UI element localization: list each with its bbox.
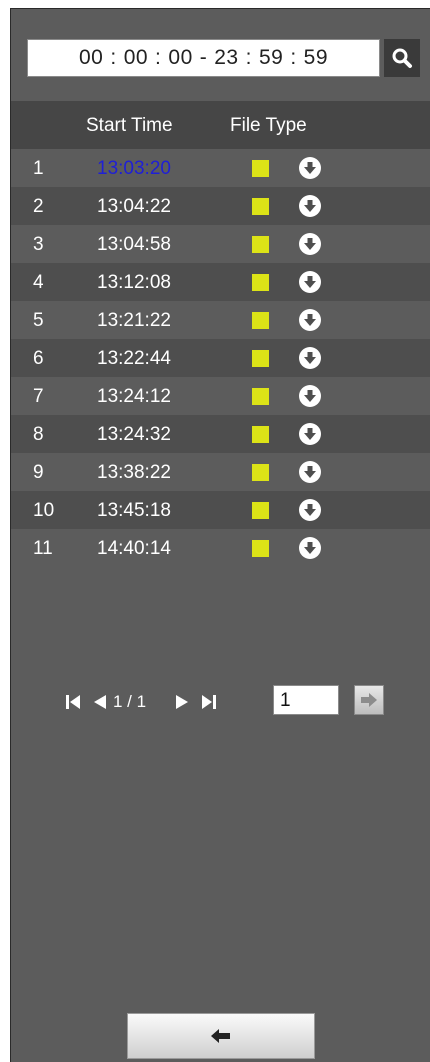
table-row[interactable]: 9 13:38:22 <box>11 453 430 491</box>
row-number: 5 <box>33 310 44 331</box>
time-range-input[interactable]: 00 : 00 : 00 - 23 : 59 : 59 <box>27 39 380 77</box>
download-icon[interactable] <box>299 537 321 559</box>
file-type-indicator <box>252 312 269 329</box>
search-icon <box>392 48 412 68</box>
back-arrow-icon <box>211 1029 230 1043</box>
row-number: 10 <box>33 500 55 521</box>
table-row[interactable]: 7 13:24:12 <box>11 377 430 415</box>
row-start-time[interactable]: 13:24:32 <box>97 424 171 446</box>
table-row[interactable]: 2 13:04:22 <box>11 187 430 225</box>
go-arrow-icon <box>361 693 377 707</box>
table-row[interactable]: 10 13:45:18 <box>11 491 430 529</box>
start-minute[interactable]: 00 <box>124 46 148 70</box>
table-row[interactable]: 3 13:04:58 <box>11 225 430 263</box>
page-info: 1 / 1 <box>113 692 147 711</box>
file-type-indicator <box>252 198 269 215</box>
end-hour[interactable]: 23 <box>214 46 238 70</box>
row-start-time[interactable]: 13:03:20 <box>97 158 171 180</box>
pagination: 1 / 1 <box>11 683 430 719</box>
row-start-time[interactable]: 13:38:22 <box>97 462 171 484</box>
range-dash: - <box>199 46 208 69</box>
go-page-button[interactable] <box>354 685 384 715</box>
row-start-time[interactable]: 14:40:14 <box>97 538 171 560</box>
download-icon[interactable] <box>299 309 321 331</box>
time-separator: : <box>155 46 162 69</box>
row-start-time[interactable]: 13:45:18 <box>97 500 171 522</box>
first-page-icon[interactable] <box>65 694 81 710</box>
row-number: 11 <box>33 538 53 559</box>
row-number: 3 <box>33 234 44 255</box>
download-icon[interactable] <box>299 499 321 521</box>
table-row[interactable]: 1 13:03:20 <box>11 149 430 187</box>
file-type-indicator <box>252 426 269 443</box>
file-type-indicator <box>252 464 269 481</box>
page-number-input[interactable] <box>273 685 339 715</box>
start-second[interactable]: 00 <box>168 46 192 70</box>
time-separator: : <box>245 46 252 69</box>
end-minute[interactable]: 59 <box>259 46 283 70</box>
row-start-time[interactable]: 13:22:44 <box>97 348 171 370</box>
last-page-icon[interactable] <box>201 694 217 710</box>
back-button[interactable] <box>127 1013 315 1059</box>
file-type-indicator <box>252 350 269 367</box>
start-time-header: Start Time <box>86 115 173 136</box>
row-number: 1 <box>33 158 44 179</box>
download-icon[interactable] <box>299 157 321 179</box>
download-icon[interactable] <box>299 195 321 217</box>
prev-page-icon[interactable] <box>93 694 107 710</box>
record-search-panel: 00 : 00 : 00 - 23 : 59 : 59 Start Time F… <box>10 8 430 1062</box>
row-start-time[interactable]: 13:04:22 <box>97 196 171 218</box>
file-type-header: File Type <box>230 115 307 136</box>
table-row[interactable]: 6 13:22:44 <box>11 339 430 377</box>
download-icon[interactable] <box>299 233 321 255</box>
download-icon[interactable] <box>299 347 321 369</box>
end-second[interactable]: 59 <box>304 46 328 70</box>
row-start-time[interactable]: 13:24:12 <box>97 386 171 408</box>
download-icon[interactable] <box>299 423 321 445</box>
row-start-time[interactable]: 13:04:58 <box>97 234 171 256</box>
search-button[interactable] <box>384 39 420 77</box>
table-row[interactable]: 8 13:24:32 <box>11 415 430 453</box>
file-type-indicator <box>252 160 269 177</box>
row-number: 7 <box>33 386 44 407</box>
time-separator: : <box>290 46 297 69</box>
row-number: 8 <box>33 424 44 445</box>
table-header: Start Time File Type <box>11 101 430 149</box>
row-start-time[interactable]: 13:12:08 <box>97 272 171 294</box>
file-type-indicator <box>252 274 269 291</box>
file-type-indicator <box>252 540 269 557</box>
table-row[interactable]: 5 13:21:22 <box>11 301 430 339</box>
row-start-time[interactable]: 13:21:22 <box>97 310 171 332</box>
file-type-indicator <box>252 388 269 405</box>
row-number: 6 <box>33 348 44 369</box>
download-icon[interactable] <box>299 385 321 407</box>
start-hour[interactable]: 00 <box>79 46 103 70</box>
download-icon[interactable] <box>299 271 321 293</box>
row-number: 4 <box>33 272 44 293</box>
download-icon[interactable] <box>299 461 321 483</box>
file-type-indicator <box>252 502 269 519</box>
row-number: 9 <box>33 462 44 483</box>
time-range-bar: 00 : 00 : 00 - 23 : 59 : 59 <box>27 39 420 79</box>
next-page-icon[interactable] <box>175 694 189 710</box>
row-number: 2 <box>33 196 44 217</box>
file-type-indicator <box>252 236 269 253</box>
time-separator: : <box>110 46 117 69</box>
table-row[interactable]: 4 13:12:08 <box>11 263 430 301</box>
table-row[interactable]: 11 14:40:14 <box>11 529 430 567</box>
